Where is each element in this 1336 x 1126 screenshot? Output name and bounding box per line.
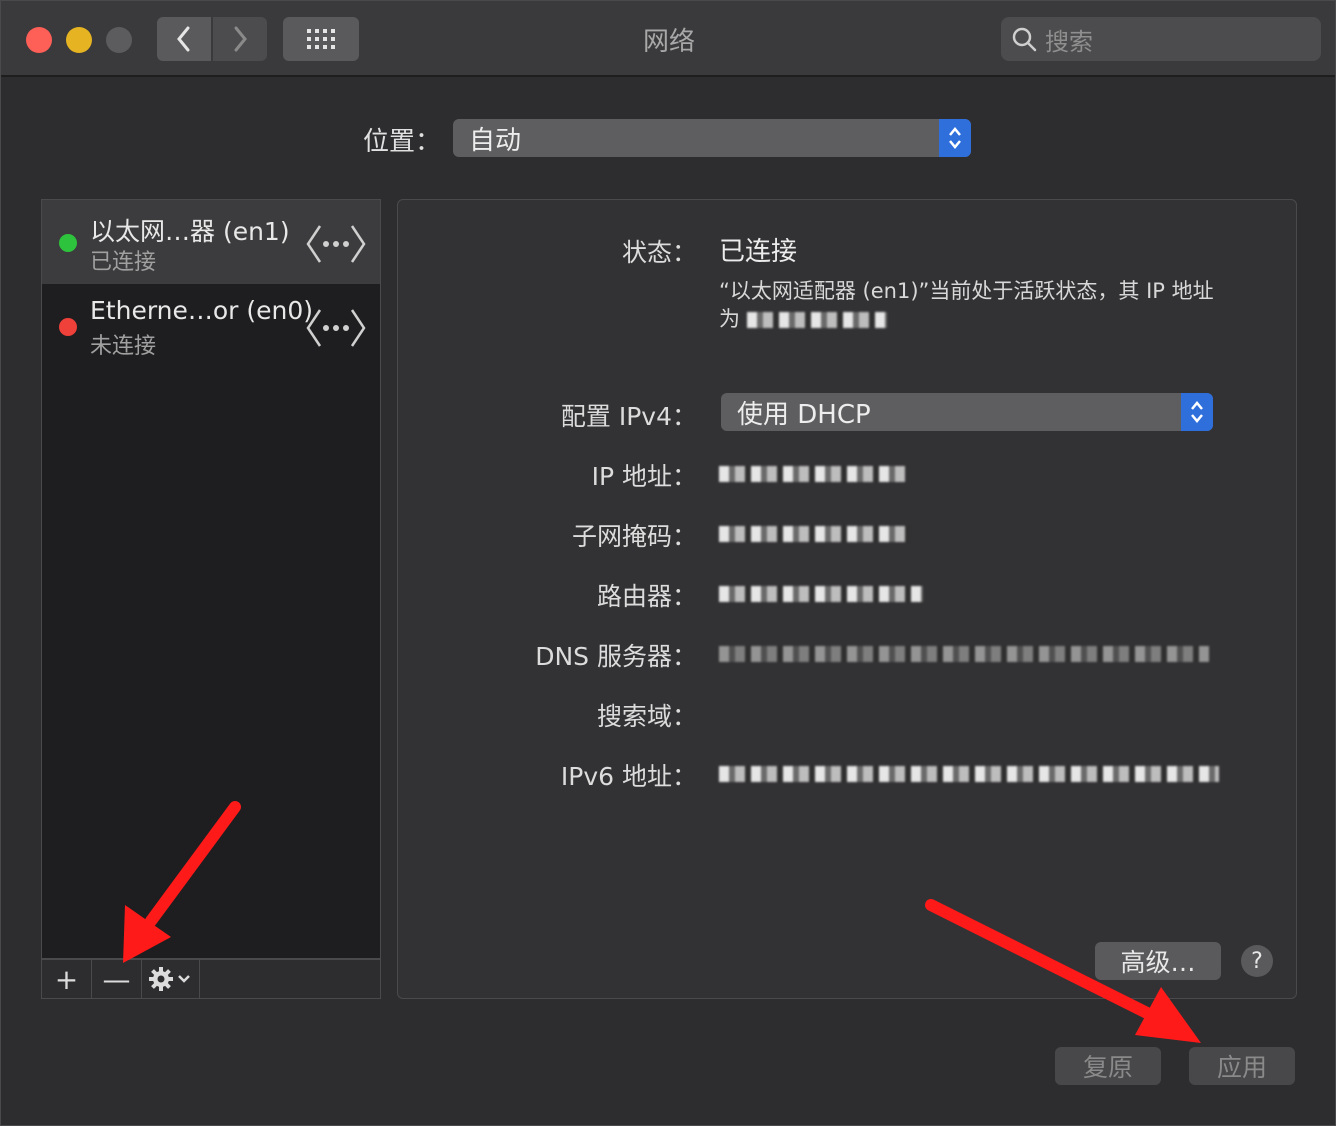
location-label: 位置： [363, 127, 442, 157]
interface-item-en0[interactable]: Etherne…or (en0) 未连接 [42, 284, 380, 368]
show-all-button[interactable] [283, 17, 359, 61]
popup-stepper-icon [939, 119, 971, 157]
window-title: 网络 [642, 27, 695, 57]
network-preferences-window: 网络 搜索 位置： 自动 以太网…器 (en1) 已连接 Etherne…or … [0, 0, 1336, 1126]
subnet-mask-value [719, 521, 909, 546]
search-placeholder: 搜索 [1045, 27, 1093, 56]
minimize-button[interactable] [66, 27, 92, 53]
dns-server-label: DNS 服务器： [535, 642, 697, 671]
configure-ipv4-label: 配置 IPv4： [560, 402, 697, 431]
status-description: “以太网适配器 (en1)”当前处于活跃状态，其 IP 地址为 [719, 279, 1214, 331]
advanced-button[interactable]: 高级… [1095, 942, 1221, 980]
interface-name: Etherne…or (en0) [90, 296, 314, 325]
redacted-ip [746, 312, 887, 328]
ethernet-icon [306, 225, 366, 263]
ipv6-address-value [719, 761, 1219, 786]
connected-status-dot [59, 234, 77, 252]
interface-item-en1[interactable]: 以太网…器 (en1) 已连接 [42, 200, 380, 284]
ip-address-label: IP 地址： [591, 462, 697, 491]
gear-icon [148, 967, 190, 991]
ethernet-icon [306, 309, 366, 347]
chevron-right-icon [234, 26, 247, 52]
ip-address-value [719, 461, 905, 486]
search-domain-label: 搜索域： [596, 702, 697, 731]
grid-icon [307, 29, 335, 49]
status-value: 已连接 [719, 237, 798, 267]
add-interface-button[interactable]: + [42, 960, 92, 998]
zoom-button[interactable] [106, 27, 132, 53]
router-value [719, 581, 923, 606]
interface-list: 以太网…器 (en1) 已连接 Etherne…or (en0) 未连接 [41, 199, 381, 959]
interface-status: 已连接 [90, 250, 157, 275]
location-value: 自动 [469, 125, 522, 156]
close-button[interactable] [26, 27, 52, 53]
interface-name: 以太网…器 (en1) [90, 217, 290, 246]
chevron-left-icon [177, 26, 190, 52]
router-label: 路由器： [596, 582, 697, 611]
ipv6-address-label: IPv6 地址： [560, 762, 697, 791]
apply-button[interactable]: 应用 [1189, 1047, 1295, 1085]
revert-button[interactable]: 复原 [1055, 1047, 1161, 1085]
dns-server-value [719, 641, 1209, 666]
title-bar: 网络 搜索 [1, 1, 1335, 77]
action-menu-button[interactable] [142, 960, 200, 998]
search-field[interactable]: 搜索 [1001, 17, 1321, 61]
help-button[interactable]: ? [1241, 945, 1273, 977]
remove-interface-button[interactable]: — [92, 960, 142, 998]
back-button[interactable] [157, 17, 211, 61]
configure-ipv4-popup[interactable]: 使用 DHCP [721, 393, 1213, 431]
popup-stepper-icon [1181, 393, 1213, 431]
interface-list-toolbar: + — [41, 959, 381, 999]
status-label: 状态： [621, 238, 697, 267]
configure-ipv4-value: 使用 DHCP [737, 399, 871, 430]
forward-button[interactable] [213, 17, 267, 61]
interface-status: 未连接 [90, 334, 157, 359]
subnet-mask-label: 子网掩码： [571, 522, 697, 551]
search-icon [1012, 27, 1037, 52]
disconnected-status-dot [59, 318, 77, 336]
location-popup[interactable]: 自动 [453, 119, 971, 157]
